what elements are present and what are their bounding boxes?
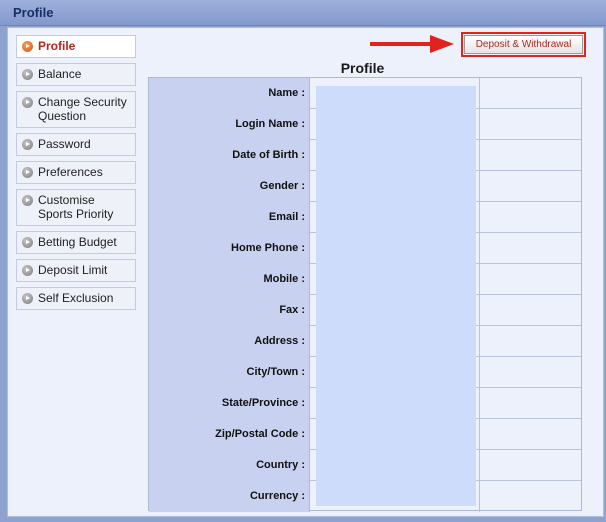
field-value (316, 202, 476, 233)
arrow-bullet-icon (22, 237, 33, 248)
arrow-bullet-icon (22, 167, 33, 178)
field-value (316, 109, 476, 140)
sidebar-item-label: Preferences (38, 165, 103, 179)
row-extra-cell (479, 233, 581, 264)
profile-row: Login Name : (149, 109, 581, 140)
row-extra-cell (479, 388, 581, 419)
row-extra-cell (479, 78, 581, 109)
profile-row: Zip/Postal Code : (149, 419, 581, 450)
field-value (316, 171, 476, 202)
field-label: State/Province : (149, 388, 310, 419)
field-value (316, 481, 476, 506)
field-label: Currency : (149, 481, 310, 512)
row-extra-cell (479, 202, 581, 233)
field-label: Mobile : (149, 264, 310, 295)
sidebar-item-label: Change Security Question (38, 95, 127, 123)
row-extra-cell (479, 264, 581, 295)
row-extra-cell (479, 295, 581, 326)
deposit-withdrawal-button[interactable]: Deposit & Withdrawal (464, 35, 583, 54)
row-extra-cell (479, 419, 581, 450)
sidebar-item-label: Self Exclusion (38, 291, 114, 305)
row-extra-cell (479, 109, 581, 140)
sidebar-item-change-security-question[interactable]: Change Security Question (16, 91, 136, 128)
red-arrow-icon (370, 35, 454, 53)
profile-row: Fax : (149, 295, 581, 326)
field-label: Login Name : (149, 109, 310, 140)
arrow-bullet-icon (22, 195, 33, 206)
profile-row: Address : (149, 326, 581, 357)
field-label: Email : (149, 202, 310, 233)
sidebar-item-deposit-limit[interactable]: Deposit Limit (16, 259, 136, 282)
profile-row: State/Province : (149, 388, 581, 419)
field-value (316, 264, 476, 295)
field-label: Gender : (149, 171, 310, 202)
sidebar-item-profile[interactable]: Profile (16, 35, 136, 58)
field-label: Address : (149, 326, 310, 357)
profile-row: City/Town : (149, 357, 581, 388)
row-extra-cell (479, 357, 581, 388)
field-label: City/Town : (149, 357, 310, 388)
sidebar-item-balance[interactable]: Balance (16, 63, 136, 86)
row-extra-cell (479, 481, 581, 512)
sidebar-item-label: Password (38, 137, 91, 151)
profile-table-title: Profile (340, 60, 385, 76)
field-label: Date of Birth : (149, 140, 310, 171)
deposit-highlight: Deposit & Withdrawal (461, 32, 586, 57)
arrow-bullet-icon (22, 69, 33, 80)
profile-row: Date of Birth : (149, 140, 581, 171)
main-panel: Profile Balance Change Security Question… (7, 27, 604, 517)
sidebar-item-label: Profile (38, 39, 76, 53)
field-value (316, 295, 476, 326)
arrow-bullet-icon (22, 265, 33, 276)
field-label: Zip/Postal Code : (149, 419, 310, 450)
profile-row: Gender : (149, 171, 581, 202)
sidebar-item-label: Customise Sports Priority (38, 193, 114, 221)
field-value (316, 357, 476, 388)
sidebar-item-password[interactable]: Password (16, 133, 136, 156)
row-extra-cell (479, 140, 581, 171)
row-extra-cell (479, 326, 581, 357)
field-value (316, 86, 476, 109)
arrow-bullet-icon (22, 97, 33, 108)
field-value (316, 450, 476, 481)
profile-row: Mobile : (149, 264, 581, 295)
field-value (316, 388, 476, 419)
sidebar-item-betting-budget[interactable]: Betting Budget (16, 231, 136, 254)
field-label: Country : (149, 450, 310, 481)
profile-row: Home Phone : (149, 233, 581, 264)
sidebar-item-label: Balance (38, 67, 82, 81)
profile-row: Country : (149, 450, 581, 481)
row-extra-cell (479, 171, 581, 202)
title-bar: Profile (0, 0, 606, 26)
sidebar-item-label: Deposit Limit (38, 263, 108, 277)
sidebar-item-label: Betting Budget (38, 235, 117, 249)
arrow-bullet-icon (22, 139, 33, 150)
field-value (316, 326, 476, 357)
profile-table: Name : Login Name : Date of Birth : Gender … (148, 77, 582, 512)
profile-row: Currency : (149, 481, 581, 512)
field-label: Name : (149, 78, 310, 109)
arrow-bullet-icon (22, 41, 33, 52)
sidebar-item-preferences[interactable]: Preferences (16, 161, 136, 184)
field-value (316, 140, 476, 171)
arrow-bullet-icon (22, 293, 33, 304)
sidebar-item-customise-sports-priority[interactable]: Customise Sports Priority (16, 189, 136, 226)
row-extra-cell (479, 450, 581, 481)
profile-row: Email : (149, 202, 581, 233)
field-label: Home Phone : (149, 233, 310, 264)
profile-row: Name : (149, 78, 581, 109)
sidebar: Profile Balance Change Security Question… (16, 35, 136, 315)
field-value (316, 233, 476, 264)
field-label: Fax : (149, 295, 310, 326)
page-title: Profile (13, 5, 54, 20)
sidebar-item-self-exclusion[interactable]: Self Exclusion (16, 287, 136, 310)
field-value (316, 419, 476, 450)
